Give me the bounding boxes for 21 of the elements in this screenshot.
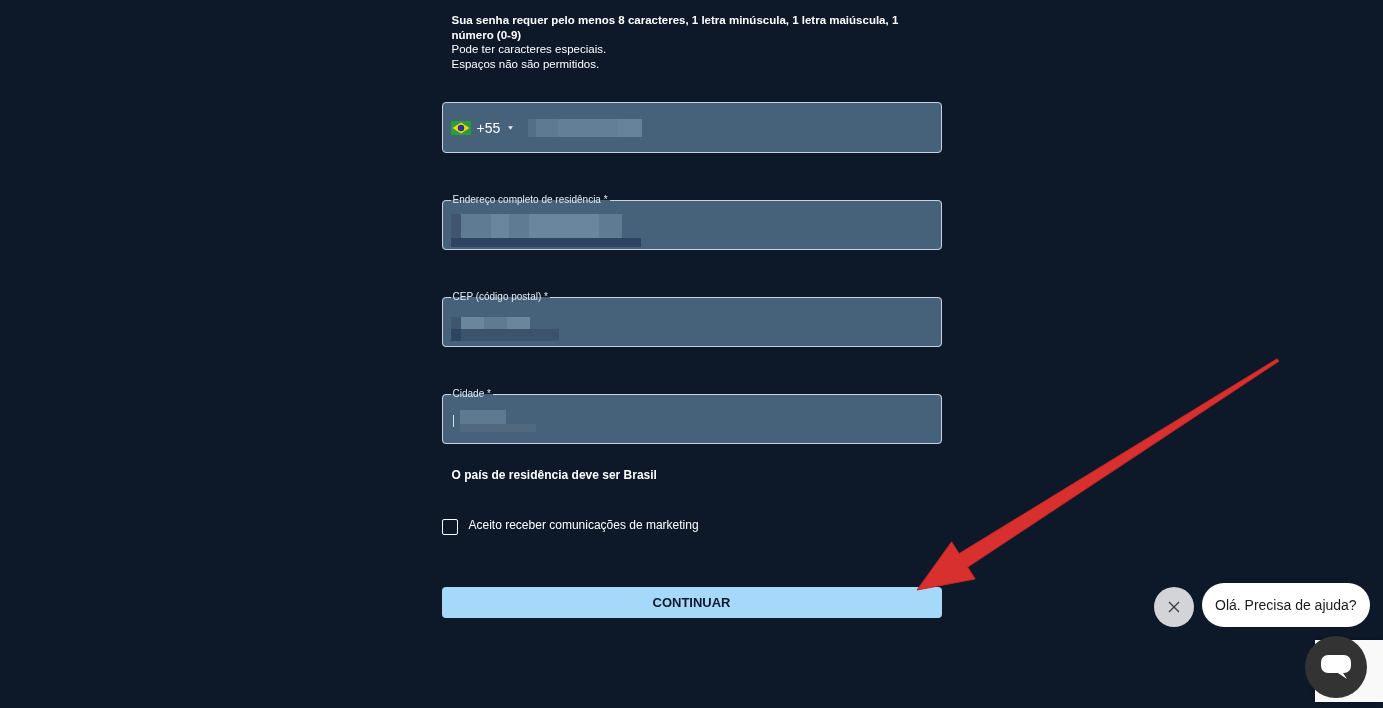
continue-button[interactable]: CONTINUAR — [441, 587, 942, 618]
field-label: CEP (código postal) * — [451, 291, 549, 303]
password-requirements: Sua senha requer pelo menos 8 caracteres, 1 letra minúscula, 1 letra maiúscula, 1 número (0-9) — [451, 13, 900, 42]
field-label: Endereço completo de residência * — [451, 194, 609, 206]
flag-icon — [450, 120, 471, 135]
text-input-field[interactable]: Endereço completo de residência * — [441, 194, 942, 250]
close-icon — [1168, 601, 1180, 613]
password-note: Espaços não são permitidos. — [451, 56, 601, 71]
chat-greeting-bubble[interactable]: Olá. Precisa de ajuda? — [1202, 583, 1370, 627]
checkbox-label[interactable]: Aceito receber comunicações de marketing — [468, 519, 699, 531]
checkbox[interactable] — [441, 519, 458, 535]
phone-field[interactable]: +55 — [441, 102, 942, 153]
text-input-field[interactable]: Cidade * — [441, 388, 942, 444]
field-label: Cidade * — [451, 388, 492, 400]
close-button[interactable] — [1154, 587, 1194, 627]
text-input-field[interactable]: CEP (código postal) * — [441, 291, 942, 347]
country-code-select[interactable]: +55 — [450, 119, 514, 136]
password-note: Pode ter caracteres especiais. — [451, 42, 608, 57]
caret-icon — [508, 125, 514, 130]
chat-bubble-icon — [1320, 654, 1352, 680]
country-notice: O país de residência deve ser Brasil — [450, 468, 658, 482]
